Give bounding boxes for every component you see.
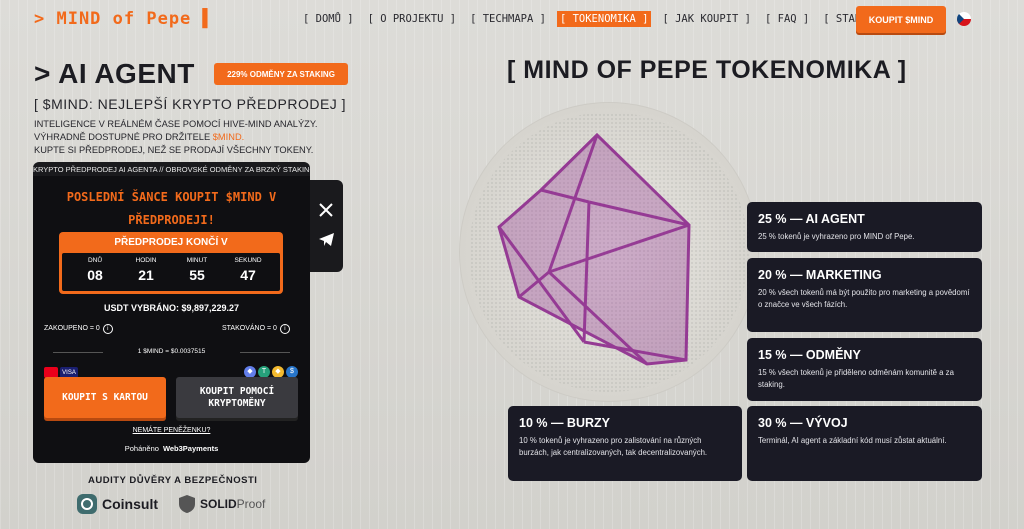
nav-how-to-buy[interactable]: [ JAK KOUPIT ] — [659, 11, 754, 27]
nav-about[interactable]: [ O PROJEKTU ] — [365, 11, 460, 27]
card-title: 10 % — BURZY — [519, 416, 610, 430]
countdown-timer: PŘEDPRODEJ KONČÍ V DNŮ 08 HODIN 21 MINUT 55… — [59, 232, 283, 294]
desc-line: KUPTE SI PŘEDPRODEJ, NEŽ SE PRODAJÍ VŠEC… — [34, 145, 314, 155]
card-description: Terminál, AI agent a základní kód musí z… — [758, 436, 947, 445]
buy-with-crypto-button[interactable]: KOUPIT POMOCÍ KRYPTOMĚNY — [176, 377, 298, 418]
telegram-icon[interactable] — [318, 232, 335, 251]
coinsult-icon — [77, 494, 97, 514]
site-logo[interactable]: > MIND of Pepe ▌ — [34, 9, 214, 29]
hero-subtitle: [ $MIND: NEJLEPŠÍ KRYPTO PŘEDPRODEJ ] — [34, 96, 347, 112]
widget-title-line: POSLEDNÍ ŠANCE KOUPIT $MIND V — [66, 190, 277, 204]
countdown-value: 55 — [189, 267, 205, 283]
tokenomics-card-ai-agent: 25 % — AI AGENT 25 % tokenů je vyhrazeno… — [747, 202, 982, 252]
nav-faq[interactable]: [ FAQ ] — [762, 11, 812, 27]
web3payments-logo[interactable]: Web3Payments — [163, 444, 218, 453]
audits-heading: AUDITY DŮVĚRY A BEZPEČNOSTI — [88, 475, 258, 486]
countdown-unit: DNŮ — [87, 257, 103, 264]
info-icon[interactable]: i — [102, 324, 113, 334]
countdown-seconds: SEKUND 47 — [228, 257, 268, 283]
solid-text: SOLID — [200, 497, 237, 511]
staked-row: STAKOVÁNO = 0i — [222, 324, 290, 334]
nav-tokenomics[interactable]: [ TOKENOMIKA ] — [556, 11, 652, 27]
card-description: 10 % tokenů je vyhrazeno pro zalistování… — [519, 436, 708, 457]
hero-description: INTELIGENCE V REÁLNÉM ČASE POMOCÍ HIVE-M… — [34, 118, 317, 157]
countdown-value: 47 — [240, 267, 256, 283]
coinsult-logo[interactable]: Coinsult — [76, 491, 158, 517]
tokenomics-title: [ MIND OF PEPE TOKENOMIKA ] — [507, 56, 907, 84]
token-rate: 1 $MIND = $0.0037515 — [33, 348, 310, 355]
purchased-row: ZAKOUPENO = 0i — [44, 324, 113, 334]
card-title: 30 % — VÝVOJ — [758, 416, 848, 430]
countdown-unit: HODIN — [135, 257, 157, 264]
desc-line: INTELIGENCE V REÁLNÉM ČASE POMOCÍ HIVE-M… — [34, 119, 318, 129]
tokenomics-card-exchanges: 10 % — BURZY 10 % tokenů je vyhrazeno pr… — [508, 406, 742, 481]
presale-ticker: KRYPTO PŘEDPRODEJ AI AGENTA // OBROVSKÉ … — [33, 162, 310, 177]
countdown-label: PŘEDPRODEJ KONČÍ V — [114, 237, 228, 248]
card-description: 25 % tokenů je vyhrazeno pro MIND of Pep… — [758, 232, 915, 241]
card-title: 15 % — ODMĚNY — [758, 348, 861, 362]
staked-amount: STAKOVÁNO = 0 — [222, 325, 277, 332]
tokenomics-visual — [459, 102, 759, 402]
widget-title-line: PŘEDPRODEJI! — [128, 213, 215, 227]
proof-text: Proof — [236, 497, 266, 511]
countdown-values: DNŮ 08 HODIN 21 MINUT 55 SEKUND 47 — [62, 253, 280, 291]
card-description: 15 % všech tokenů je přiděleno odměnám k… — [758, 368, 954, 389]
usdt-raised: USDT VYBRÁNO: $9,897,229.27 — [103, 303, 240, 313]
widget-title: POSLEDNÍ ŠANCE KOUPIT $MIND V PŘEDPRODEJ… — [33, 186, 310, 232]
header-buy-button[interactable]: KOUPIT $MIND — [856, 6, 946, 33]
countdown-unit: MINUT — [186, 257, 208, 264]
hero-title: > AI AGENT — [34, 58, 195, 89]
x-icon[interactable] — [318, 202, 334, 222]
presale-widget: POSLEDNÍ ŠANCE KOUPIT $MIND V PŘEDPRODEJ… — [33, 176, 310, 463]
countdown-value: 08 — [87, 267, 103, 283]
staking-badge: 229% ODMĚNY ZA STAKING — [214, 63, 348, 85]
countdown-value: 21 — [138, 267, 154, 283]
powered-prefix: Poháněno — [124, 444, 159, 453]
nav-roadmap[interactable]: [ TECHMAPA ] — [467, 11, 549, 27]
desc-line: VÝHRADNĚ DOSTUPNÉ PRO DRŽITELE $MIND. — [34, 131, 317, 144]
countdown-minutes: MINUT 55 — [177, 257, 217, 283]
tokenomics-card-rewards: 15 % — ODMĚNY 15 % všech tokenů je přidě… — [747, 338, 982, 401]
card-title: 20 % — MARKETING — [758, 268, 882, 282]
purchased-amount: ZAKOUPENO = 0 — [44, 325, 100, 332]
solidproof-logo[interactable]: SOLID Proof — [178, 491, 265, 517]
buy-with-card-button[interactable]: KOUPIT S KARTOU — [44, 377, 166, 418]
info-icon[interactable]: i — [279, 324, 290, 334]
social-bar — [310, 180, 343, 272]
cube-icon — [469, 112, 749, 392]
countdown-hours: HODIN 21 — [126, 257, 166, 283]
card-description: 20 % všech tokenů má být použito pro mar… — [758, 288, 970, 309]
desc-text: VÝHRADNĚ DOSTUPNÉ PRO DRŽITELE — [34, 132, 213, 142]
no-wallet-link[interactable]: NEMÁTE PENĚŽENKU? — [33, 427, 310, 434]
powered-by: Poháněno Web3Payments — [33, 444, 310, 453]
main-nav: [ DOMŮ ] [ O PROJEKTU ] [ TECHMAPA ] [ T… — [300, 11, 896, 27]
countdown-unit: SEKUND — [234, 257, 262, 264]
tokenomics-card-marketing: 20 % — MARKETING 20 % všech tokenů má bý… — [747, 258, 982, 332]
coinsult-text: Coinsult — [102, 496, 158, 512]
czech-flag-icon[interactable] — [957, 12, 971, 26]
tokenomics-card-development: 30 % — VÝVOJ Terminál, AI agent a základ… — [747, 406, 982, 481]
countdown-days: DNŮ 08 — [75, 257, 115, 283]
shield-icon — [179, 495, 195, 513]
card-title: 25 % — AI AGENT — [758, 212, 865, 226]
nav-home[interactable]: [ DOMŮ ] — [300, 11, 357, 27]
desc-highlight: $MIND. — [212, 132, 245, 142]
